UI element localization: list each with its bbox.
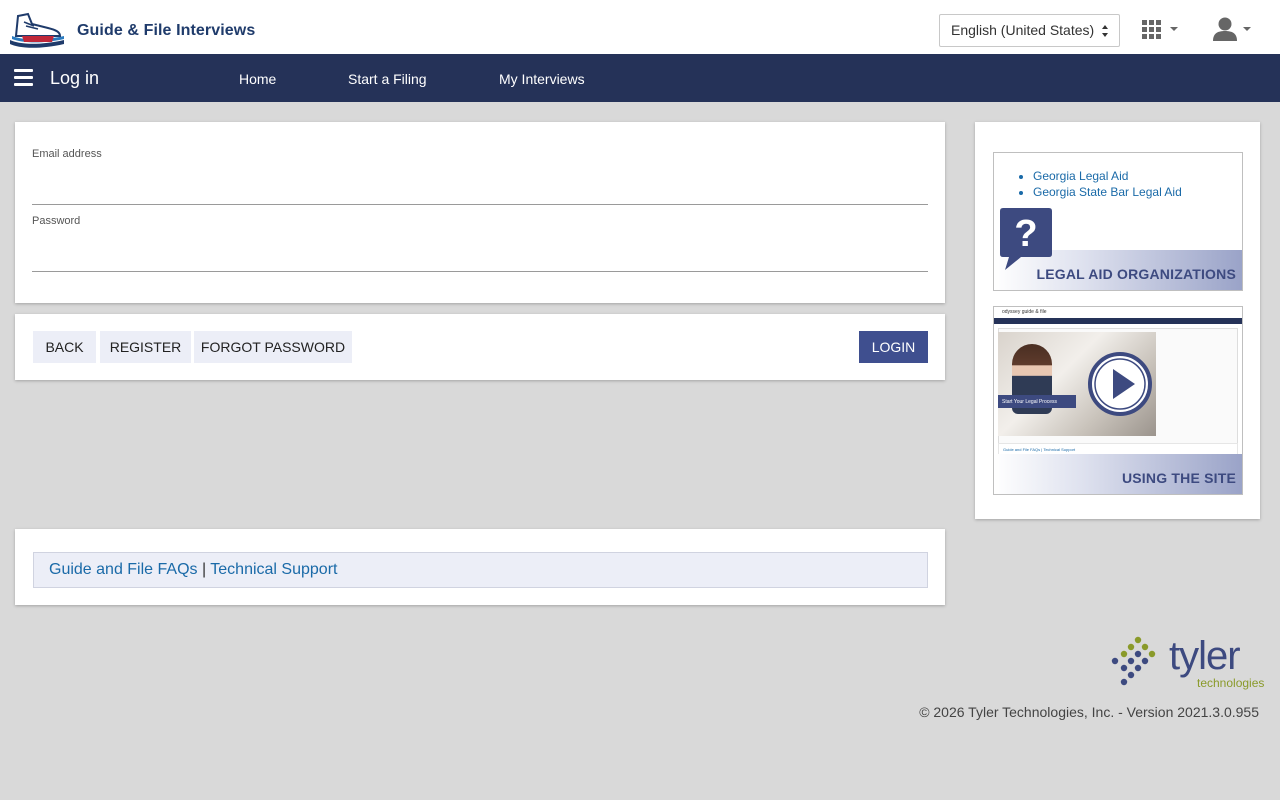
- main-navbar: Log in Home Start a Filing My Interviews: [0, 54, 1280, 102]
- email-field[interactable]: [32, 179, 928, 203]
- legal-aid-link-georgia[interactable]: Georgia Legal Aid: [1033, 169, 1128, 183]
- help-links-box: Guide and File FAQs | Technical Support: [33, 552, 928, 588]
- tyler-brand: tyler: [1169, 634, 1241, 678]
- login-button[interactable]: LOGIN: [859, 331, 928, 363]
- app-name[interactable]: Guide & File Interviews: [77, 22, 255, 40]
- nav-link-my-interviews[interactable]: My Interviews: [499, 71, 585, 87]
- tyler-logo-icon[interactable]: [1110, 636, 1162, 688]
- help-links-card: Guide and File FAQs | Technical Support: [15, 529, 945, 605]
- password-label: Password: [32, 215, 81, 227]
- link-separator: |: [201, 561, 207, 578]
- sneaker-logo-icon[interactable]: [8, 10, 66, 50]
- legal-aid-link-state-bar[interactable]: Georgia State Bar Legal Aid: [1033, 185, 1182, 199]
- legal-aid-panel: Georgia Legal Aid Georgia State Bar Lega…: [993, 152, 1243, 291]
- question-bubble-icon: ?: [1000, 208, 1052, 270]
- nav-link-home[interactable]: Home: [239, 71, 276, 87]
- video-thumb-navbar: [994, 318, 1242, 324]
- using-site-banner-label: USING THE SITE: [1121, 470, 1236, 486]
- video-thumb-photo: Start Your Legal Process: [998, 332, 1156, 436]
- technical-support-link[interactable]: Technical Support: [210, 561, 337, 578]
- sidebar-card: Georgia Legal Aid Georgia State Bar Lega…: [975, 122, 1260, 519]
- video-thumb-cta: Start Your Legal Process: [998, 395, 1076, 408]
- faqs-link[interactable]: Guide and File FAQs: [49, 561, 198, 578]
- email-label: Email address: [32, 148, 102, 160]
- language-select[interactable]: English (United States): [939, 14, 1120, 47]
- password-field-underline: [32, 271, 928, 272]
- copyright-text: © 2026 Tyler Technologies, Inc. - Versio…: [919, 704, 1259, 720]
- top-header: Guide & File Interviews English (United …: [0, 0, 1280, 54]
- using-site-banner[interactable]: USING THE SITE: [994, 454, 1242, 494]
- svg-text:?: ?: [1014, 213, 1037, 255]
- form-actions-card: BACK REGISTER FORGOT PASSWORD LOGIN: [15, 314, 945, 380]
- email-field-underline: [32, 204, 928, 205]
- apps-grid-icon[interactable]: [1142, 20, 1182, 42]
- language-select-value: English (United States): [951, 22, 1095, 38]
- register-button[interactable]: REGISTER: [100, 331, 191, 363]
- forgot-password-button[interactable]: FORGOT PASSWORD: [194, 331, 352, 363]
- play-icon[interactable]: [1088, 352, 1152, 416]
- legal-aid-list: Georgia Legal Aid Georgia State Bar Lega…: [1033, 169, 1182, 201]
- using-site-panel[interactable]: odyssey guide & file Start Your Legal Pr…: [993, 306, 1243, 495]
- legal-aid-banner-label: LEGAL AID ORGANIZATIONS: [1036, 266, 1236, 282]
- hamburger-menu-icon[interactable]: [14, 69, 33, 86]
- nav-link-start-filing[interactable]: Start a Filing: [348, 71, 427, 87]
- sort-arrows-icon: [1102, 25, 1108, 37]
- user-account-icon[interactable]: [1213, 17, 1253, 43]
- page-title: Log in: [50, 68, 100, 88]
- password-field[interactable]: [32, 246, 928, 270]
- login-form-card: Email address Password: [15, 122, 945, 303]
- tyler-brand-sub: technologies: [1197, 676, 1265, 690]
- list-item[interactable]: Georgia State Bar Legal Aid: [1033, 185, 1182, 199]
- back-button[interactable]: BACK: [33, 331, 96, 363]
- list-item[interactable]: Georgia Legal Aid: [1033, 169, 1182, 183]
